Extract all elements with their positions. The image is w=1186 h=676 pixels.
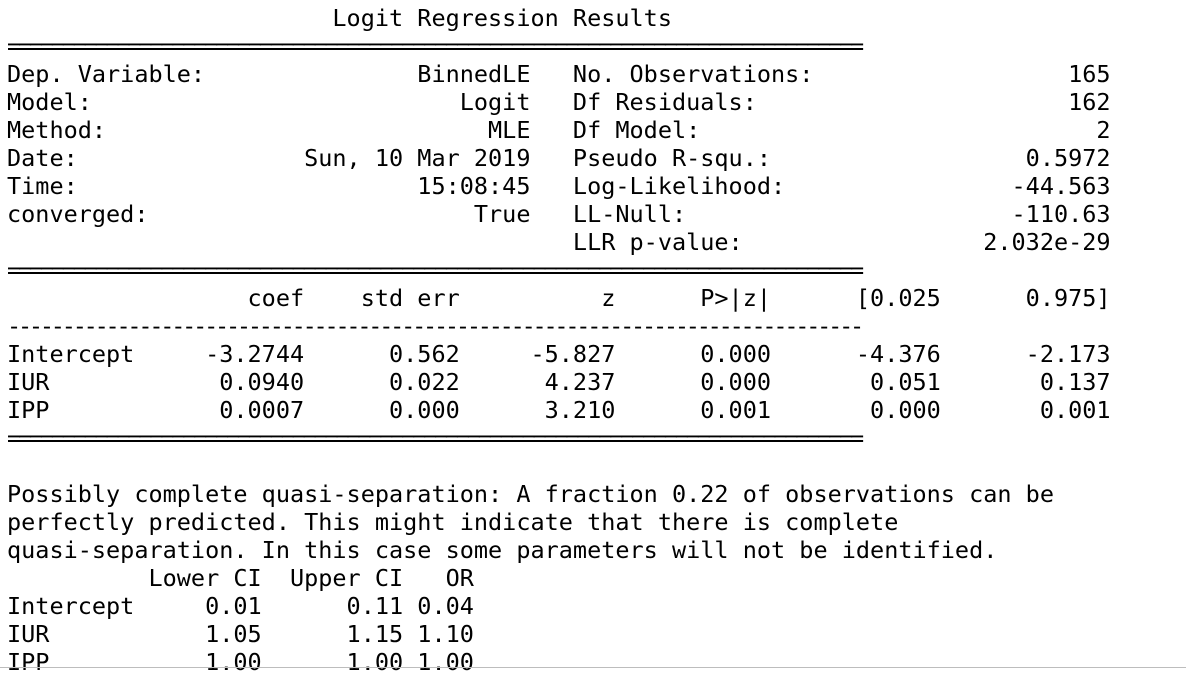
ci-row-intercept: Intercept 0.01 0.11 0.04 — [7, 592, 474, 620]
warning-line: Possibly complete quasi-separation: A fr… — [7, 480, 1054, 508]
summary-row: LLR p-value: 2.032e-29 — [7, 228, 1111, 256]
warning-line: quasi-separation. In this case some para… — [7, 536, 998, 564]
separator-dashes: ----------------------------------------… — [7, 312, 864, 340]
coef-row-iur: IUR 0.0940 0.022 4.237 0.000 0.051 0.137 — [7, 368, 1111, 396]
coef-row-ipp: IPP 0.0007 0.000 3.210 0.001 0.000 0.001 — [7, 396, 1111, 424]
regression-output: Logit Regression Results ================… — [7, 4, 1111, 676]
summary-row: Model: Logit Df Residuals: 162 — [7, 88, 1111, 116]
bottom-divider — [0, 667, 1186, 668]
summary-row: Method: MLE Df Model: 2 — [7, 116, 1111, 144]
coef-row-intercept: Intercept -3.2744 0.562 -5.827 0.000 -4.… — [7, 340, 1111, 368]
results-title: Logit Regression Results — [7, 4, 672, 32]
coef-table-header: coef std err z P>|z| [0.025 0.975] — [7, 284, 1111, 312]
summary-row: converged: True LL-Null: -110.63 — [7, 200, 1111, 228]
separator-equals: ========================================… — [7, 424, 864, 452]
ci-row-ipp: IPP 1.00 1.00 1.00 — [7, 648, 474, 676]
summary-row: Time: 15:08:45 Log-Likelihood: -44.563 — [7, 172, 1111, 200]
summary-row: Date: Sun, 10 Mar 2019 Pseudo R-squ.: 0.… — [7, 144, 1111, 172]
separator-equals: ========================================… — [7, 32, 864, 60]
separator-equals: ========================================… — [7, 256, 864, 284]
summary-row: Dep. Variable: BinnedLE No. Observations… — [7, 60, 1111, 88]
ci-row-iur: IUR 1.05 1.15 1.10 — [7, 620, 474, 648]
warning-line: perfectly predicted. This might indicate… — [7, 508, 899, 536]
ci-table-header: Lower CI Upper CI OR — [7, 564, 474, 592]
